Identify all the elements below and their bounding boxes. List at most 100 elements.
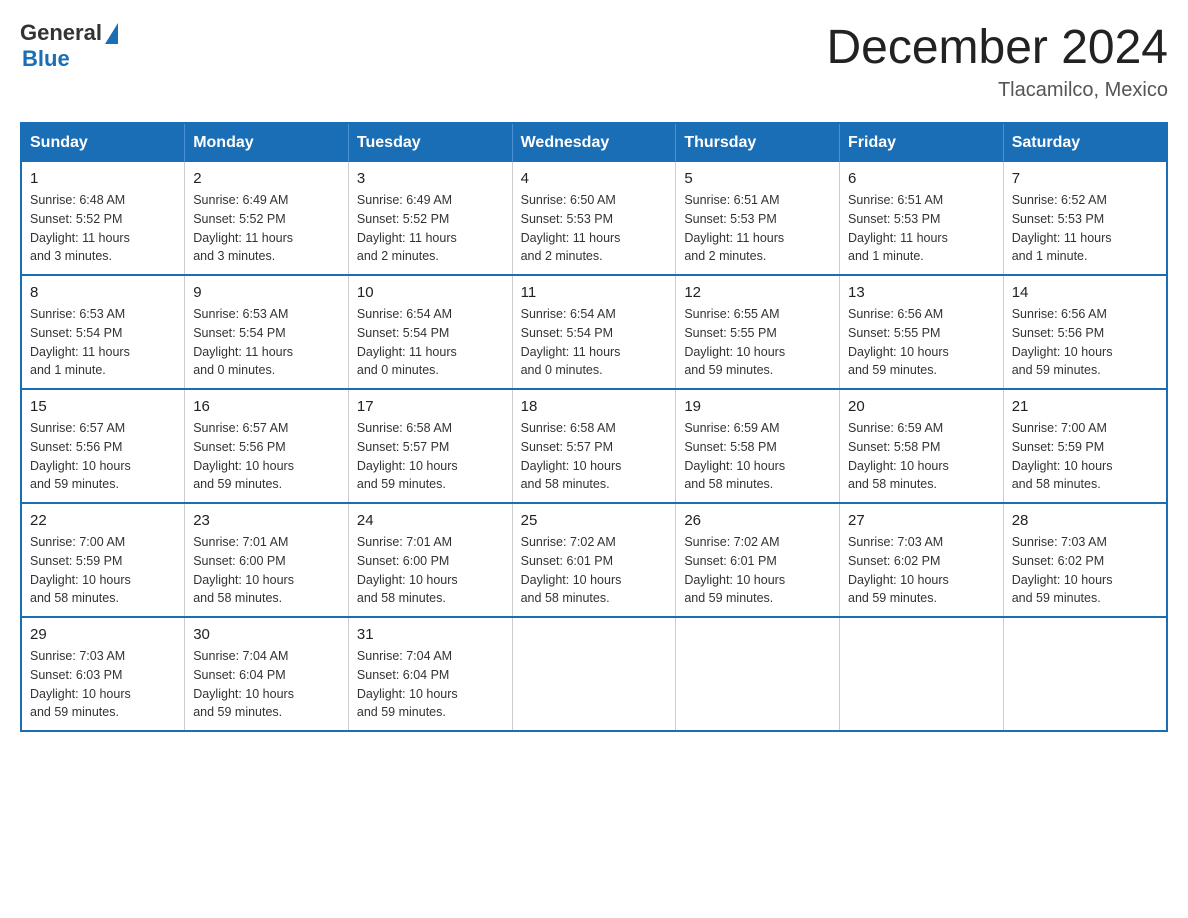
calendar-day-cell: 16 Sunrise: 6:57 AMSunset: 5:56 PMDayligh… [185,389,349,503]
calendar-week-row: 22 Sunrise: 7:00 AMSunset: 5:59 PMDayligh… [21,503,1167,617]
calendar-day-cell: 23 Sunrise: 7:01 AMSunset: 6:00 PMDayligh… [185,503,349,617]
day-info: Sunrise: 6:51 AMSunset: 5:53 PMDaylight:… [684,191,831,266]
day-number: 9 [193,284,340,301]
calendar-day-cell: 24 Sunrise: 7:01 AMSunset: 6:00 PMDayligh… [348,503,512,617]
logo: General Blue [20,20,118,72]
day-number: 2 [193,170,340,187]
day-info: Sunrise: 6:53 AMSunset: 5:54 PMDaylight:… [193,305,340,380]
day-number: 8 [30,284,176,301]
day-info: Sunrise: 7:04 AMSunset: 6:04 PMDaylight:… [193,647,340,722]
calendar-day-cell: 20Sunrise: 6:59 AMSunset: 5:58 PMDayligh… [840,389,1004,503]
logo-triangle-icon [105,23,118,44]
day-number: 25 [521,512,668,529]
calendar-header-row: SundayMondayTuesdayWednesdayThursdayFrid… [21,123,1167,162]
calendar-day-cell: 28 Sunrise: 7:03 AMSunset: 6:02 PMDayligh… [1003,503,1167,617]
day-number: 19 [684,398,831,415]
day-info: Sunrise: 6:57 AMSunset: 5:56 PMDaylight:… [30,419,176,494]
day-info: Sunrise: 7:03 AMSunset: 6:02 PMDaylight:… [1012,533,1158,608]
day-number: 28 [1012,512,1158,529]
main-title: December 2024 [826,20,1168,75]
calendar-day-cell: 8Sunrise: 6:53 AMSunset: 5:54 PMDaylight… [21,275,185,389]
day-number: 13 [848,284,995,301]
calendar-day-cell: 4 Sunrise: 6:50 AMSunset: 5:53 PMDaylight… [512,162,676,275]
calendar-day-cell: 11 Sunrise: 6:54 AMSunset: 5:54 PMDayligh… [512,275,676,389]
calendar-day-cell: 14Sunrise: 6:56 AMSunset: 5:56 PMDayligh… [1003,275,1167,389]
calendar-day-cell: 5 Sunrise: 6:51 AMSunset: 5:53 PMDaylight… [676,162,840,275]
calendar-week-row: 1 Sunrise: 6:48 AMSunset: 5:52 PMDaylight… [21,162,1167,275]
day-info: Sunrise: 6:48 AMSunset: 5:52 PMDaylight:… [30,191,176,266]
day-number: 17 [357,398,504,415]
calendar-day-cell: 7 Sunrise: 6:52 AMSunset: 5:53 PMDaylight… [1003,162,1167,275]
day-number: 11 [521,284,668,301]
subtitle: Tlacamilco, Mexico [826,79,1168,102]
day-number: 26 [684,512,831,529]
day-number: 12 [684,284,831,301]
day-number: 3 [357,170,504,187]
calendar-header-cell: Thursday [676,123,840,162]
day-number: 10 [357,284,504,301]
day-info: Sunrise: 6:50 AMSunset: 5:53 PMDaylight:… [521,191,668,266]
day-number: 31 [357,626,504,643]
day-number: 27 [848,512,995,529]
calendar-day-cell: 12 Sunrise: 6:55 AMSunset: 5:55 PMDayligh… [676,275,840,389]
day-info: Sunrise: 7:03 AMSunset: 6:03 PMDaylight:… [30,647,176,722]
calendar-day-cell: 31Sunrise: 7:04 AMSunset: 6:04 PMDayligh… [348,617,512,731]
day-info: Sunrise: 7:00 AMSunset: 5:59 PMDaylight:… [30,533,176,608]
calendar-body: 1 Sunrise: 6:48 AMSunset: 5:52 PMDaylight… [21,162,1167,731]
calendar-day-cell: 1 Sunrise: 6:48 AMSunset: 5:52 PMDaylight… [21,162,185,275]
day-info: Sunrise: 6:55 AMSunset: 5:55 PMDaylight:… [684,305,831,380]
calendar-day-cell: 2Sunrise: 6:49 AMSunset: 5:52 PMDaylight… [185,162,349,275]
page-header: General Blue December 2024 Tlacamilco, M… [20,20,1168,102]
calendar-day-cell: 17 Sunrise: 6:58 AMSunset: 5:57 PMDayligh… [348,389,512,503]
calendar-day-cell: 18Sunrise: 6:58 AMSunset: 5:57 PMDayligh… [512,389,676,503]
calendar-day-cell: 10 Sunrise: 6:54 AMSunset: 5:54 PMDayligh… [348,275,512,389]
calendar-table: SundayMondayTuesdayWednesdayThursdayFrid… [20,122,1168,732]
day-number: 4 [521,170,668,187]
day-info: Sunrise: 7:01 AMSunset: 6:00 PMDaylight:… [193,533,340,608]
calendar-header-cell: Sunday [21,123,185,162]
calendar-day-cell: 19 Sunrise: 6:59 AMSunset: 5:58 PMDayligh… [676,389,840,503]
calendar-day-cell: 15Sunrise: 6:57 AMSunset: 5:56 PMDayligh… [21,389,185,503]
day-info: Sunrise: 6:49 AMSunset: 5:52 PMDaylight:… [357,191,504,266]
logo-text-blue: Blue [22,46,118,72]
day-info: Sunrise: 6:59 AMSunset: 5:58 PMDaylight:… [684,419,831,494]
calendar-day-cell [676,617,840,731]
day-info: Sunrise: 6:59 AMSunset: 5:58 PMDaylight:… [848,419,995,494]
calendar-day-cell [840,617,1004,731]
day-info: Sunrise: 6:52 AMSunset: 5:53 PMDaylight:… [1012,191,1158,266]
day-number: 18 [521,398,668,415]
day-number: 7 [1012,170,1158,187]
calendar-header-cell: Monday [185,123,349,162]
calendar-day-cell: 26 Sunrise: 7:02 AMSunset: 6:01 PMDayligh… [676,503,840,617]
day-info: Sunrise: 7:01 AMSunset: 6:00 PMDaylight:… [357,533,504,608]
calendar-header-cell: Wednesday [512,123,676,162]
day-number: 16 [193,398,340,415]
calendar-week-row: 8 Sunrise: 6:53 AMSunset: 5:54 PMDaylight… [21,275,1167,389]
calendar-day-cell: 9 Sunrise: 6:53 AMSunset: 5:54 PMDaylight… [185,275,349,389]
calendar-day-cell: 22 Sunrise: 7:00 AMSunset: 5:59 PMDayligh… [21,503,185,617]
calendar-week-row: 15Sunrise: 6:57 AMSunset: 5:56 PMDayligh… [21,389,1167,503]
day-number: 23 [193,512,340,529]
day-number: 22 [30,512,176,529]
day-number: 6 [848,170,995,187]
calendar-day-cell: 3 Sunrise: 6:49 AMSunset: 5:52 PMDaylight… [348,162,512,275]
day-number: 1 [30,170,176,187]
title-block: December 2024 Tlacamilco, Mexico [826,20,1168,102]
calendar-day-cell: 6Sunrise: 6:51 AMSunset: 5:53 PMDaylight… [840,162,1004,275]
day-number: 24 [357,512,504,529]
calendar-day-cell: 25Sunrise: 7:02 AMSunset: 6:01 PMDayligh… [512,503,676,617]
day-info: Sunrise: 6:54 AMSunset: 5:54 PMDaylight:… [521,305,668,380]
calendar-day-cell [1003,617,1167,731]
day-info: Sunrise: 7:02 AMSunset: 6:01 PMDaylight:… [684,533,831,608]
day-number: 5 [684,170,831,187]
day-info: Sunrise: 6:54 AMSunset: 5:54 PMDaylight:… [357,305,504,380]
day-info: Sunrise: 7:03 AMSunset: 6:02 PMDaylight:… [848,533,995,608]
day-number: 14 [1012,284,1158,301]
calendar-day-cell: 29Sunrise: 7:03 AMSunset: 6:03 PMDayligh… [21,617,185,731]
calendar-header-cell: Saturday [1003,123,1167,162]
day-info: Sunrise: 6:57 AMSunset: 5:56 PMDaylight:… [193,419,340,494]
calendar-day-cell: 30Sunrise: 7:04 AMSunset: 6:04 PMDayligh… [185,617,349,731]
calendar-day-cell: 27 Sunrise: 7:03 AMSunset: 6:02 PMDayligh… [840,503,1004,617]
day-info: Sunrise: 6:58 AMSunset: 5:57 PMDaylight:… [357,419,504,494]
calendar-day-cell: 21Sunrise: 7:00 AMSunset: 5:59 PMDayligh… [1003,389,1167,503]
